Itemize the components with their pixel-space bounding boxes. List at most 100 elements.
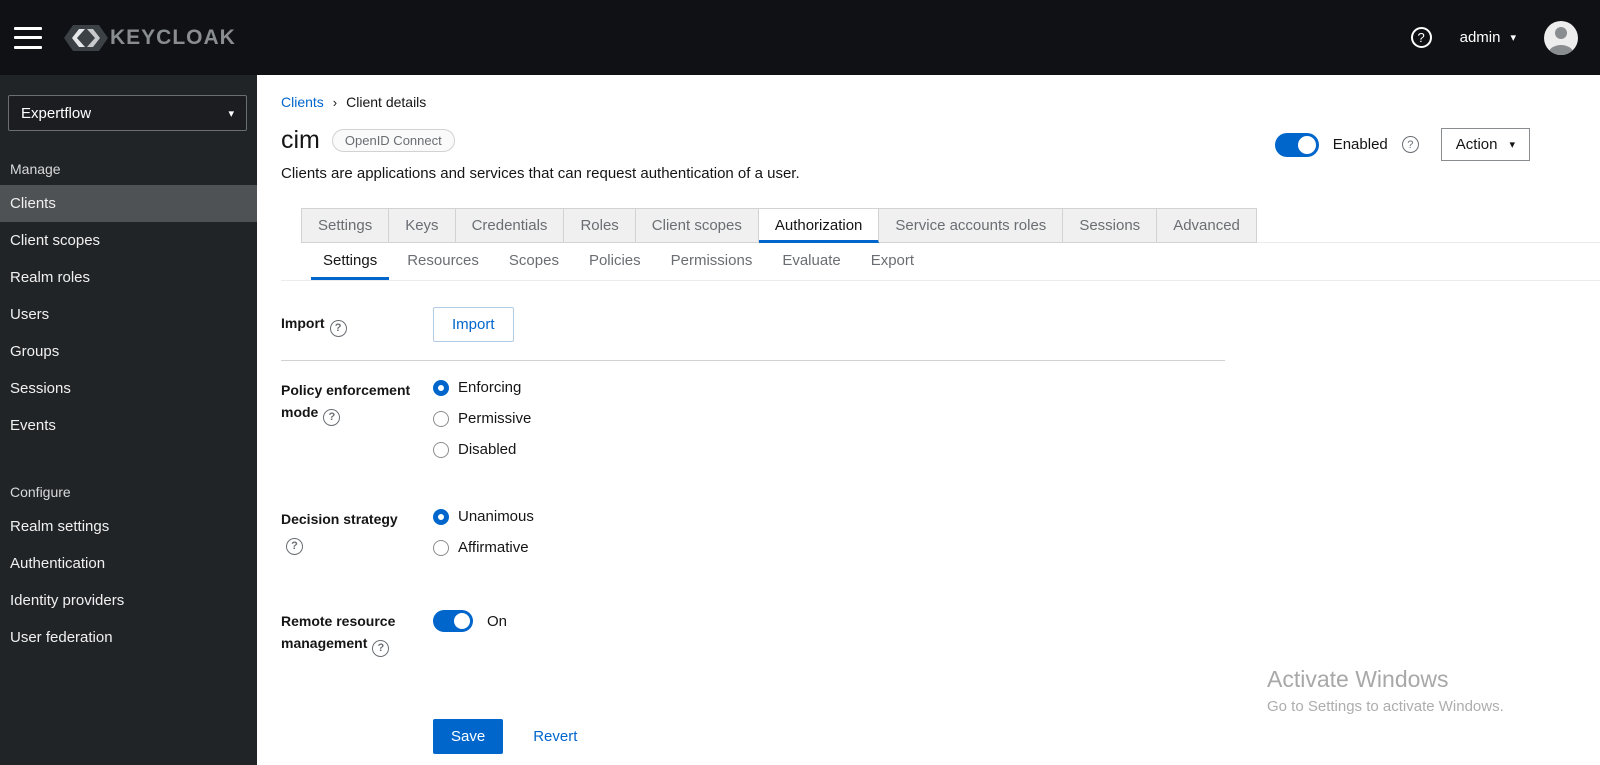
activate-windows-watermark: Activate Windows Go to Settings to activ… [1267,666,1504,715]
breadcrumb-separator-icon: › [332,94,338,110]
radio-affirmative[interactable]: Affirmative [433,539,1600,556]
decision-strategy-label-col: Decision strategy? [281,508,433,570]
policy-enforcement-label-col: Policy enforcement mode? [281,379,433,472]
brand-text: KEYCLOAK [110,25,236,49]
sidebar-item-client-scopes[interactable]: Client scopes [0,222,257,259]
enabled-toggle[interactable] [1274,132,1319,157]
sidebar-item-realm-settings[interactable]: Realm settings [0,508,257,545]
breadcrumb-clients-link[interactable]: Clients [281,94,324,110]
policy-enforcement-help-icon[interactable]: ? [323,408,341,426]
import-button[interactable]: Import [433,307,514,342]
chevron-down-icon: ▾ [1509,139,1515,151]
subtab-policies[interactable]: Policies [577,243,653,280]
breadcrumb: Clients › Client details [281,75,1600,110]
sidebar-item-authentication[interactable]: Authentication [0,545,257,582]
remote-resource-help-icon[interactable]: ? [372,639,390,657]
avatar[interactable] [1544,20,1578,55]
radio-label: Permissive [458,410,532,427]
watermark-line1: Activate Windows [1267,666,1449,692]
hamburger-icon[interactable] [14,26,42,49]
tab-service-accounts-roles[interactable]: Service accounts roles [879,208,1064,243]
subtab-scopes[interactable]: Scopes [497,243,571,280]
decision-strategy-help-icon[interactable]: ? [286,537,303,555]
tab-keys[interactable]: Keys [389,208,456,243]
tab-roles[interactable]: Roles [564,208,636,243]
decision-strategy-label: Decision strategy [281,511,398,527]
remote-resource-state: On [487,612,508,630]
import-label: Import [281,315,325,332]
tab-advanced[interactable]: Advanced [1157,208,1257,243]
toggle-knob [454,613,470,629]
keycloak-emblem-icon [64,24,108,51]
radio-unanimous[interactable]: Unanimous [433,508,1600,525]
remote-resource-toggle[interactable] [433,610,473,632]
radio-label: Unanimous [458,508,534,525]
subtabs-wrap: Settings Resources Scopes Policies Permi… [281,243,1600,281]
nav-section-configure: Configure [10,484,71,500]
import-label-col: Import? [281,312,433,337]
radio-checked-icon [433,379,449,396]
sidebar-item-clients[interactable]: Clients [0,185,257,222]
subtab-evaluate[interactable]: Evaluate [770,243,852,280]
policy-enforcement-label: Policy enforcement mode [281,382,411,420]
chevron-down-icon: ▾ [1510,32,1516,44]
avatar-head-icon [1555,26,1567,39]
avatar-body-icon [1549,44,1573,55]
remote-resource-label-col: Remote resource management? [281,610,433,657]
sidebar-item-realm-roles[interactable]: Realm roles [0,259,257,296]
tabs-spacer [1256,208,1600,243]
chevron-down-icon: ▾ [228,107,234,120]
user-menu[interactable]: admin ▾ [1460,29,1516,46]
tab-sessions[interactable]: Sessions [1063,208,1158,243]
sidebar-item-groups[interactable]: Groups [0,333,257,370]
sidebar-item-users[interactable]: Users [0,296,257,333]
toggle-knob [1297,135,1316,154]
authorization-subtabs: Settings Resources Scopes Policies Permi… [311,243,1600,280]
sidebar-item-identity-providers[interactable]: Identity providers [0,582,257,619]
radio-label: Enforcing [458,379,522,396]
subtab-resources[interactable]: Resources [395,243,491,280]
radio-unchecked-icon [433,441,449,458]
main-content: Clients › Client details cim OpenID Conn… [257,75,1600,765]
subtab-permissions[interactable]: Permissions [659,243,765,280]
header-controls: Enabled ? Action ▾ [1274,128,1530,161]
sidebar-item-sessions[interactable]: Sessions [0,370,257,407]
subtab-settings[interactable]: Settings [311,243,390,280]
user-name: admin [1459,29,1501,46]
save-button[interactable]: Save [433,718,504,754]
tab-authorization[interactable]: Authorization [758,208,880,243]
topbar: KEYCLOAK ? admin ▾ [0,0,1600,75]
sidebar-item-events[interactable]: Events [0,407,257,444]
radio-checked-icon [433,508,449,525]
revert-link[interactable]: Revert [533,728,577,745]
radio-label: Disabled [458,441,517,458]
nav-section-manage: Manage [10,161,61,177]
sidebar: Expertflow ▾ Manage Clients Client scope… [0,75,257,765]
tab-credentials[interactable]: Credentials [455,208,565,243]
radio-label: Affirmative [458,539,529,556]
enabled-label: Enabled [1332,136,1388,153]
realm-selector[interactable]: Expertflow ▾ [8,95,247,131]
action-dropdown[interactable]: Action ▾ [1440,128,1530,161]
page-title: cim [281,126,320,154]
keycloak-logo: KEYCLOAK [64,24,236,52]
subtab-export[interactable]: Export [859,243,926,280]
tab-client-scopes[interactable]: Client scopes [635,208,759,243]
global-help-icon[interactable]: ? [1410,27,1432,48]
enabled-help-icon[interactable]: ? [1401,136,1419,153]
section-divider [281,360,1225,361]
sidebar-item-user-federation[interactable]: User federation [0,619,257,656]
protocol-badge: OpenID Connect [331,129,455,152]
import-help-icon[interactable]: ? [329,319,347,337]
main-tabs: Settings Keys Credentials Roles Client s… [301,208,1600,243]
radio-enforcing[interactable]: Enforcing [433,379,1600,396]
radio-unchecked-icon [433,539,449,556]
radio-unchecked-icon [433,410,449,427]
action-label: Action [1455,136,1498,153]
realm-name: Expertflow [21,104,92,122]
radio-disabled[interactable]: Disabled [433,441,1600,458]
page-description: Clients are applications and services th… [281,165,800,182]
tab-settings[interactable]: Settings [301,208,390,243]
radio-permissive[interactable]: Permissive [433,410,1600,427]
watermark-line2: Go to Settings to activate Windows. [1267,698,1504,715]
